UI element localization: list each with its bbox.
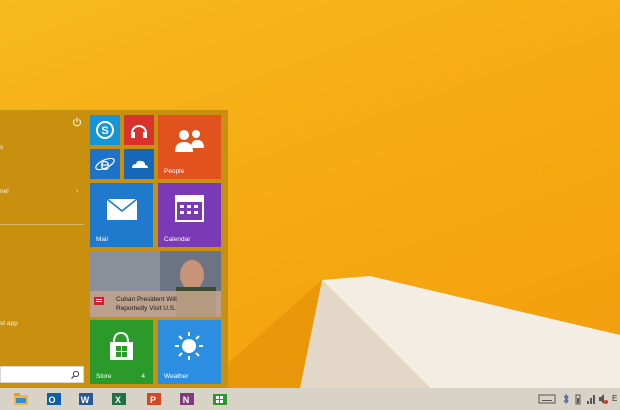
battery-icon[interactable] [574, 392, 582, 406]
power-icon[interactable] [72, 117, 82, 127]
tile-label: Calendar [164, 236, 191, 243]
start-list-item[interactable]: s [0, 144, 3, 151]
search-input[interactable] [0, 366, 84, 383]
tile-label: People [164, 168, 185, 175]
store-badge: 4 [141, 373, 145, 380]
signal-icon[interactable] [586, 392, 596, 406]
mail-tile[interactable]: Mail [90, 183, 153, 247]
file-explorer-icon[interactable] [12, 390, 30, 408]
tile-label: Store [96, 373, 112, 380]
svg-text:W: W [81, 395, 90, 405]
weather-tile[interactable]: Weather [158, 320, 221, 384]
svg-text:N: N [183, 395, 190, 405]
people-tile[interactable]: People [158, 115, 221, 179]
news-headline: Reportedly Visit U.S. [116, 305, 176, 312]
calendar-tile[interactable]: Calendar [158, 183, 221, 247]
headphones-icon [131, 125, 147, 138]
start-menu: s nel › st app S e People Mail Calendar … [0, 110, 228, 388]
excel-icon[interactable]: X [110, 390, 128, 408]
internet-explorer-tile[interactable]: e [90, 149, 120, 179]
cloud-icon [132, 160, 148, 168]
svg-text:S: S [101, 125, 108, 137]
svg-text:O: O [48, 395, 55, 405]
volume-icon[interactable] [598, 392, 608, 406]
powerpoint-icon[interactable]: P [145, 390, 163, 408]
word-icon[interactable]: W [77, 390, 95, 408]
chevron-right-icon[interactable]: › [76, 188, 78, 195]
skype-icon: S [96, 121, 114, 139]
divider [0, 224, 84, 225]
bluetooth-icon[interactable] [562, 392, 570, 406]
start-list-item[interactable]: nel [0, 188, 9, 195]
start-list-item[interactable]: st app [0, 320, 18, 327]
news-headline: Cuban President Will [116, 296, 177, 303]
news-tile[interactable]: Cuban President Will Reportedly Visit U.… [90, 251, 221, 317]
store-tile[interactable]: Store 4 [90, 320, 153, 384]
onenote-icon[interactable]: N [178, 390, 196, 408]
svg-text:X: X [115, 395, 121, 405]
onedrive-tile[interactable] [124, 149, 154, 179]
outlook-icon[interactable]: O [45, 390, 63, 408]
start-menu-left-pane: s nel › st app [0, 110, 86, 388]
skype-tile[interactable]: S [90, 115, 120, 145]
store-icon[interactable] [211, 390, 229, 408]
clock-text[interactable]: E [612, 392, 617, 406]
internet-explorer-icon: e [95, 155, 115, 174]
tile-label: Mail [96, 236, 108, 243]
svg-text:e: e [100, 155, 109, 174]
music-tile[interactable] [124, 115, 154, 145]
taskbar: O W X P N E [0, 388, 620, 410]
news-icon [94, 297, 104, 305]
search-icon[interactable] [70, 370, 80, 380]
svg-text:P: P [150, 395, 156, 405]
tile-label: Weather [164, 373, 189, 380]
keyboard-icon[interactable] [538, 392, 556, 406]
